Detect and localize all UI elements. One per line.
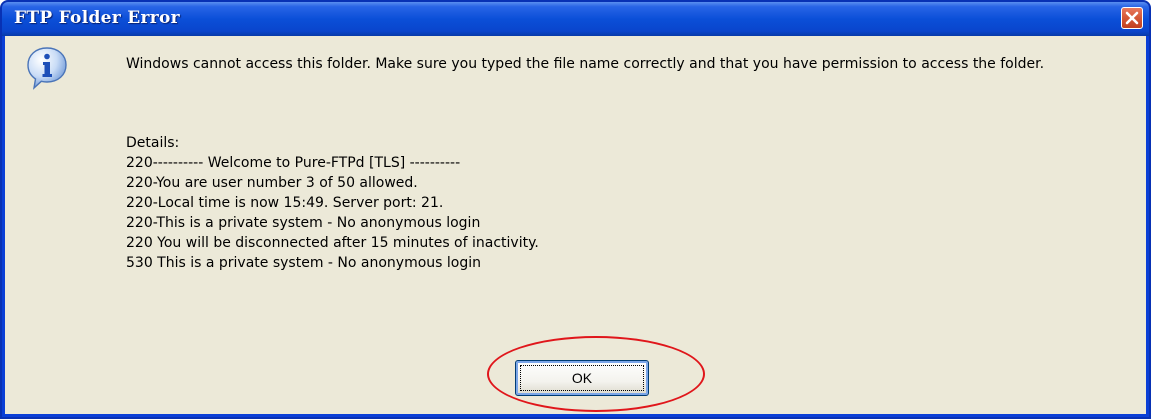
- dialog-title: FTP Folder Error: [14, 8, 180, 28]
- details-heading: Details:: [126, 135, 180, 151]
- details-line: 220-This is a private system - No anonym…: [126, 215, 481, 231]
- error-message: Windows cannot access this folder. Make …: [126, 56, 1045, 72]
- details-line: 220-Local time is now 15:49. Server port…: [126, 195, 444, 211]
- close-icon: [1125, 11, 1139, 25]
- details-line: 220-You are user number 3 of 50 allowed.: [126, 175, 418, 191]
- error-dialog-window: FTP Folder Error Windows cannot access t…: [0, 0, 1151, 419]
- details-line: 530 This is a private system - No anonym…: [126, 255, 481, 271]
- close-button[interactable]: [1121, 7, 1143, 29]
- details-line: 220 You will be disconnected after 15 mi…: [126, 235, 539, 251]
- details-line: 220---------- Welcome to Pure-FTPd [TLS]…: [126, 155, 461, 171]
- info-icon: [27, 47, 67, 90]
- ok-button-label: OK: [571, 370, 593, 386]
- details-section: Details: 220---------- Welcome to Pure-F…: [126, 133, 539, 273]
- title-bar[interactable]: FTP Folder Error: [2, 2, 1149, 36]
- ok-button[interactable]: OK: [515, 360, 649, 396]
